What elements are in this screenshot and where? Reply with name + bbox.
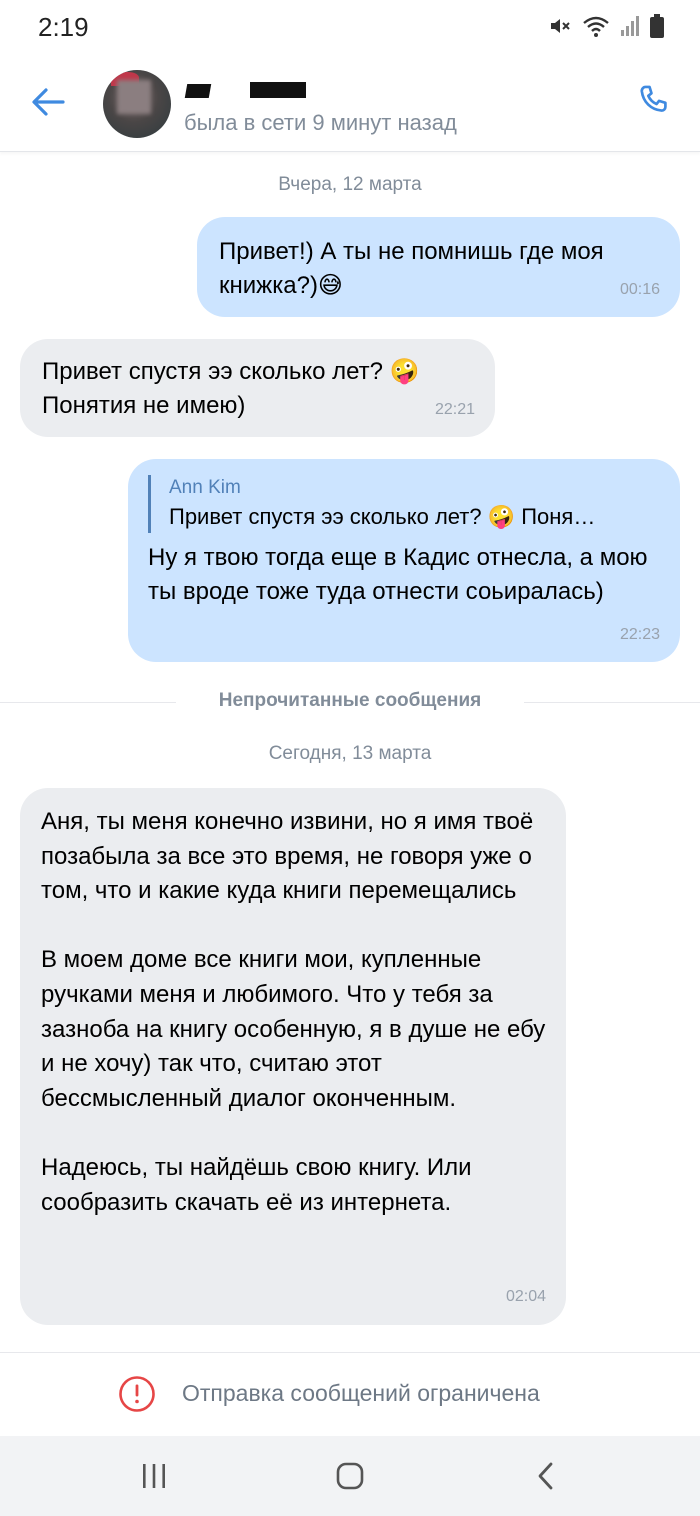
status-bar: 2:19 [0,0,700,56]
restricted-text: Отправка сообщений ограничена [182,1380,540,1406]
phone-icon [640,85,667,112]
home-button[interactable] [330,1456,370,1496]
call-button[interactable] [632,80,676,124]
reply-quote[interactable]: Ann Kim Привет спустя ээ сколько лет? 🤪 … [148,475,656,533]
message-text: Привет спустя ээ сколько лет? 🤪 Понятия … [42,358,420,419]
chat-header: была в сети 9 минут назад [0,56,700,152]
status-icons [548,14,664,38]
message-text: Аня, ты меня конечно извини, но я имя тв… [41,808,546,1216]
message-time: 02:04 [505,1288,546,1306]
wifi-icon [583,16,609,37]
date-separator-yesterday: Вчера, 12 марта [278,174,422,195]
system-back-button[interactable] [526,1456,566,1496]
contact-avatar[interactable] [103,70,171,138]
system-nav-bar [0,1436,700,1516]
incoming-message[interactable]: Привет спустя ээ сколько лет? 🤪 Понятия … [20,339,495,437]
home-icon [336,1462,364,1490]
message-text: Ну я твою тогда еще в Кадис отнесла, а м… [148,544,655,605]
recent-apps-icon [143,1464,165,1488]
outgoing-message-reply[interactable]: Ann Kim Привет спустя ээ сколько лет? 🤪 … [128,459,680,662]
message-time: 00:16 [619,281,660,298]
exclamation-circle-icon [119,1376,155,1412]
outgoing-message[interactable]: Привет!) А ты не помнишь где моя книжка?… [197,217,680,317]
back-icon [538,1462,553,1490]
reply-author: Ann Kim [169,477,241,498]
message-text: Привет!) А ты не помнишь где моя книжка?… [219,238,611,299]
messaging-restricted-bar: Отправка сообщений ограничена [0,1352,700,1436]
signal-icon [621,16,639,36]
message-time: 22:21 [434,401,475,418]
mute-icon [551,19,570,33]
recent-apps-button[interactable] [134,1456,174,1496]
incoming-message[interactable]: Аня, ты меня конечно извини, но я имя тв… [20,788,566,1325]
date-separator-today: Сегодня, 13 марта [268,743,432,764]
status-time: 2:19 [38,12,89,42]
unread-label: Непрочитанные сообщения [176,690,524,712]
arrow-left-icon [32,88,65,116]
contact-name-redacted[interactable] [184,78,324,102]
back-button[interactable] [26,80,70,124]
battery-icon [650,14,664,38]
reply-text: Привет спустя ээ сколько лет? 🤪 Поня… [169,504,596,529]
contact-status: была в сети 9 минут назад [184,110,457,135]
message-time: 22:23 [619,626,660,643]
